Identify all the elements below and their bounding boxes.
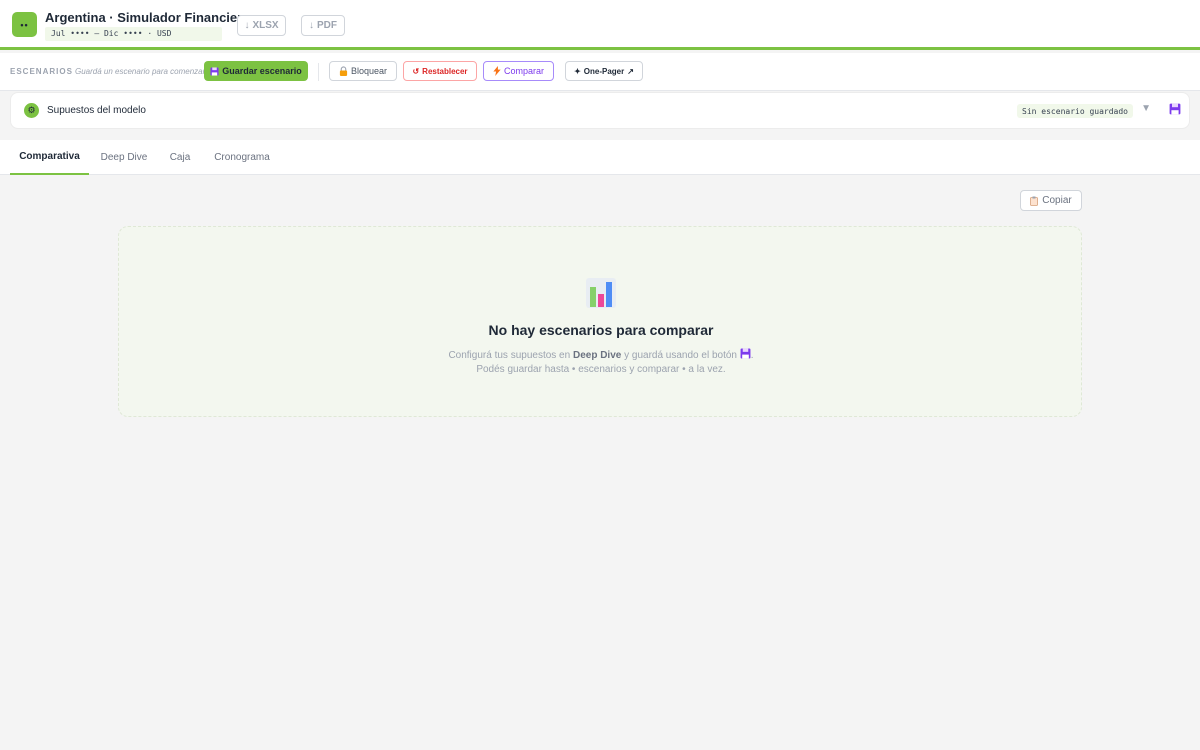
empty-state-title: No hay escenarios para comparar [488,322,714,338]
export-pdf-label: PDF [317,20,337,31]
reset-button[interactable]: ↺ Restablecer [403,61,477,81]
save-scenario-label: Guardar escenario [222,66,302,76]
assumptions-panel[interactable]: ⚙ Supuestos del modelo Sin escenario gua… [10,92,1190,129]
empty-state: No hay escenarios para comparar Configur… [118,226,1082,417]
export-xlsx-button[interactable]: ↓ XLSX [237,15,286,36]
lock-label: Bloquear [350,66,388,76]
compare-label: Comparar [503,66,544,76]
instructions-end: . [750,350,754,361]
lock-icon [339,66,348,76]
toolbar-divider [318,63,319,81]
clipboard-icon [1030,196,1039,206]
app-title: Argentina · Simulador Financiero [45,10,251,25]
floppy-disk-icon[interactable] [1169,103,1181,115]
scenarios-label: ESCENARIOS [10,67,73,76]
tab-cronograma[interactable]: Cronograma [206,140,278,175]
app-header: •• Argentina · Simulador Financiero Jul … [0,0,1200,50]
scenario-toolbar: ESCENARIOS Guardá un escenario para come… [0,53,1200,91]
export-pdf-button[interactable]: ↓ PDF [301,15,345,36]
one-pager-button[interactable]: ✦ One-Pager ↗ [565,61,643,81]
instructions-after: y guardá usando el botón [624,350,737,361]
sparkle-icon: ✦ [574,66,581,76]
instructions-before: Configurá tus supuestos en [448,350,571,361]
assumptions-title: Supuestos del modelo [47,105,146,116]
copy-button[interactable]: Copiar [1020,190,1082,211]
tab-comparativa[interactable]: Comparativa [10,140,89,175]
lightning-icon [493,66,501,76]
collapse-caret-icon[interactable]: ▼ [1141,103,1151,114]
copy-label: Copiar [1042,195,1072,206]
tab-caja[interactable]: Caja [165,140,195,175]
bar-chart-icon [586,278,616,308]
download-icon: ↓ [244,20,250,31]
compare-button[interactable]: Comparar [483,61,554,81]
deep-dive-link-text: Deep Dive [572,350,622,361]
empty-state-limit-text: Podés guardar hasta • escenarios y compa… [476,364,726,375]
tab-deep-dive[interactable]: Deep Dive [95,140,153,175]
lock-button[interactable]: Bloquear [329,61,397,81]
export-xlsx-label: XLSX [252,20,279,31]
logo-icon: •• [12,12,37,37]
reset-label: Restablecer [422,66,468,76]
save-scenario-button[interactable]: Guardar escenario [204,61,308,81]
external-link-icon: ↗ [627,66,634,76]
empty-state-instructions: Configurá tus supuestos en Deep Dive y g… [119,348,1083,361]
main-tabs: Comparativa Deep Dive Caja Cronograma [0,140,1200,175]
app-period: Jul •••• — Dic •••• · USD [45,27,222,41]
one-pager-label: One-Pager [583,66,625,76]
scenarios-hint: Guardá un escenario para comenzar [75,67,206,76]
download-icon: ↓ [309,20,314,31]
scenario-status-badge: Sin escenario guardado [1017,104,1133,118]
reset-icon: ↺ [412,66,420,76]
floppy-disk-icon [740,348,751,359]
floppy-disk-icon [210,66,219,76]
gear-icon: ⚙ [24,103,39,118]
